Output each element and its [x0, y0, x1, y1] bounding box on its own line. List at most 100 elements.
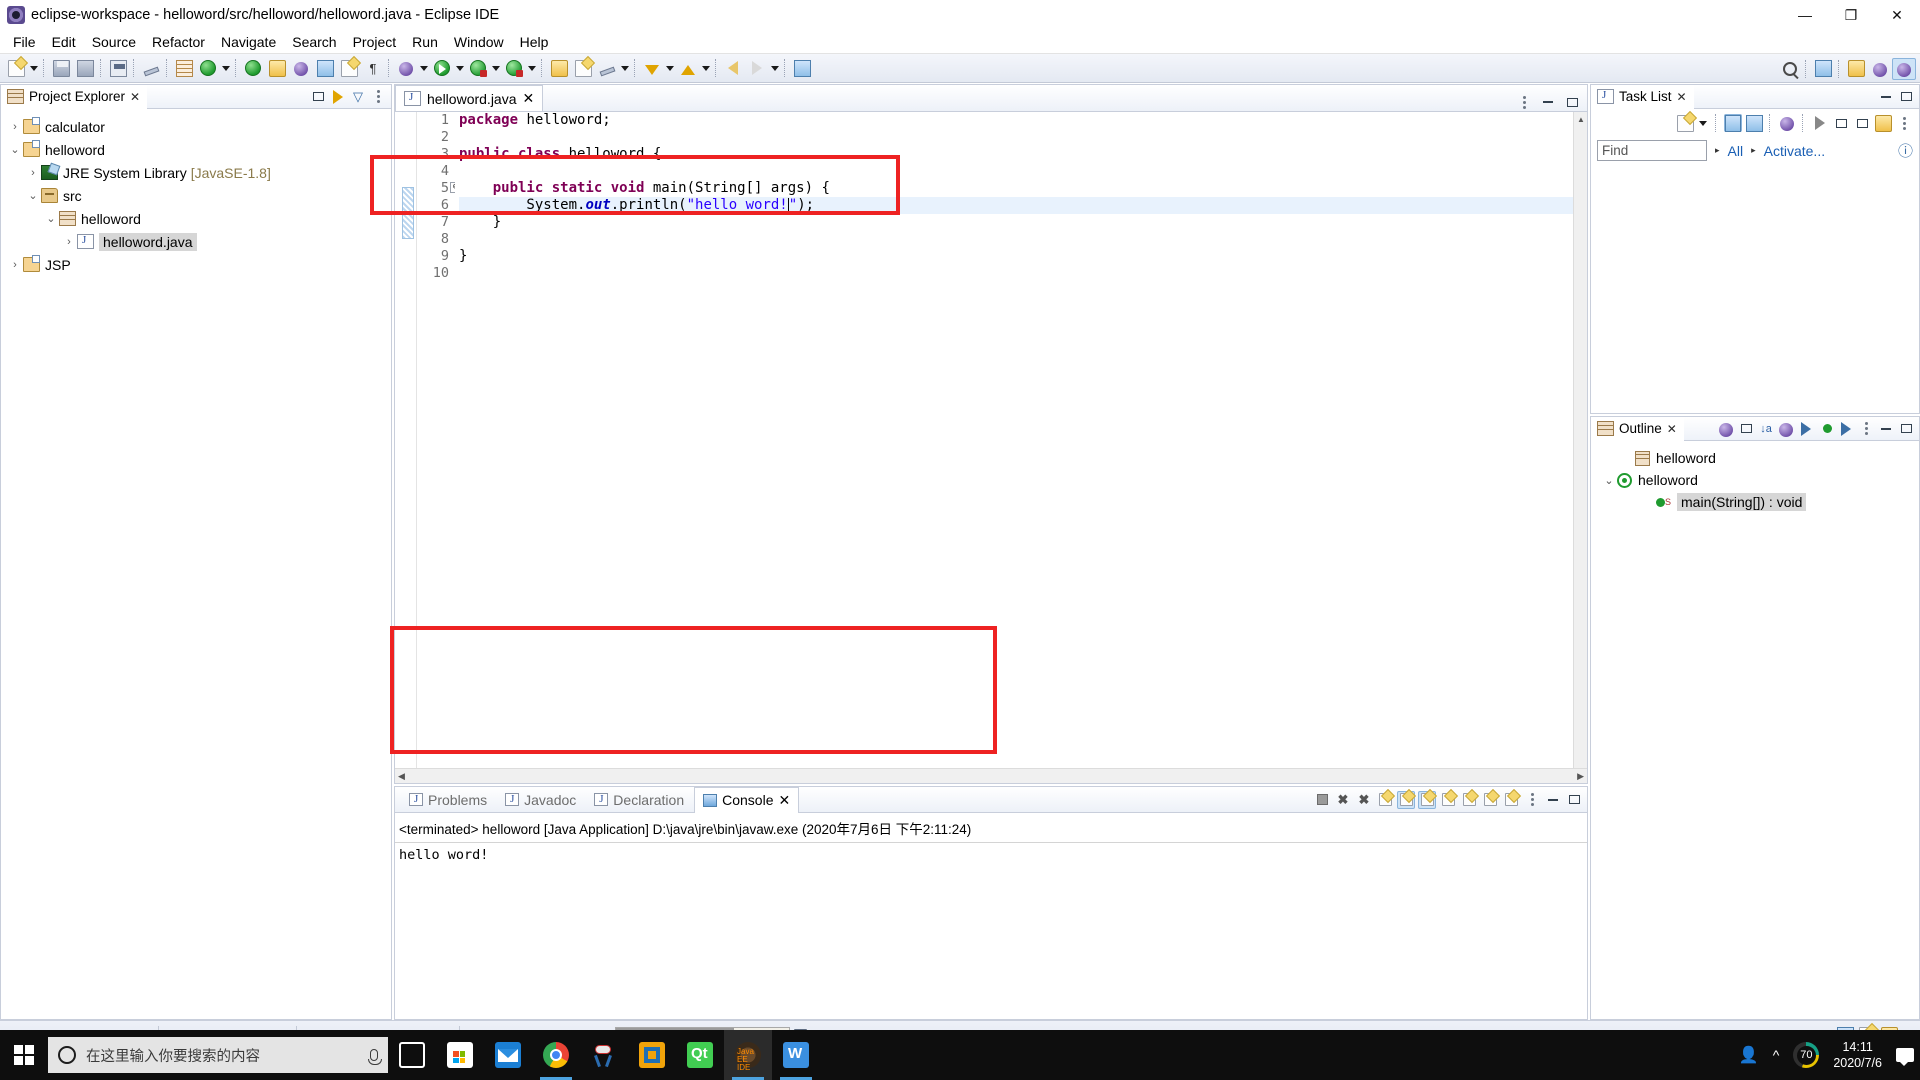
microphone-icon[interactable] — [368, 1049, 382, 1065]
next-annotation-icon[interactable] — [640, 56, 664, 80]
sort-icon[interactable]: ↓a — [1757, 420, 1775, 438]
view-menu-filter-icon[interactable]: ▽ — [349, 88, 367, 106]
external-tools-icon[interactable] — [394, 56, 418, 80]
code-line[interactable] — [459, 265, 1573, 282]
maximize-icon[interactable] — [1563, 93, 1581, 111]
scroll-left-icon[interactable]: ◀ — [398, 771, 405, 782]
hide-local-icon[interactable] — [1837, 420, 1855, 438]
new-console-view-icon[interactable] — [1502, 791, 1520, 809]
code-line[interactable]: System.out.println("hello word!"); — [459, 197, 1573, 214]
close-icon[interactable]: ✕ — [130, 90, 140, 104]
print-icon[interactable] — [106, 56, 130, 80]
schedule-icon[interactable] — [1745, 114, 1763, 132]
export-icon[interactable] — [571, 56, 595, 80]
new-wizard-icon[interactable] — [4, 56, 28, 80]
menu-file[interactable]: File — [5, 32, 44, 52]
new-element-icon[interactable] — [547, 56, 571, 80]
editor-vertical-scrollbar[interactable]: ▲ ▼ — [1573, 112, 1587, 783]
minimize-icon[interactable] — [1544, 791, 1562, 809]
link-with-editor-icon[interactable] — [329, 88, 347, 106]
save-icon[interactable] — [49, 56, 73, 80]
next-annotation-dropdown-icon[interactable] — [664, 57, 676, 79]
previous-annotation-dropdown-icon[interactable] — [700, 57, 712, 79]
run-dropdown-icon[interactable] — [454, 57, 466, 79]
open-type-icon[interactable] — [241, 56, 265, 80]
editor-horizontal-scrollbar[interactable]: ◀ ▶ — [395, 768, 1587, 783]
show-hidden-icons-icon[interactable]: ^ — [1773, 1047, 1780, 1063]
project-tree[interactable]: › calculator ⌄ helloword › JRE System Library… — [1, 109, 391, 276]
tab-helloword-java[interactable]: helloword.java ✕ — [395, 85, 544, 111]
maximize-icon[interactable] — [1897, 88, 1915, 106]
chevron-right-icon[interactable]: › — [7, 121, 23, 133]
code-text-area[interactable]: package helloword; public class helloword… — [455, 112, 1573, 783]
java-perspective-icon[interactable] — [1892, 57, 1916, 80]
code-line[interactable] — [459, 163, 1573, 180]
focus-icon[interactable] — [1717, 420, 1735, 438]
qt-creator-icon[interactable]: Qt — [676, 1030, 724, 1080]
collapse-all-icon[interactable] — [1737, 420, 1755, 438]
tree-item-src[interactable]: ⌄ src — [1, 184, 391, 207]
debug-dropdown-icon[interactable] — [490, 57, 502, 79]
activate-triangle-icon[interactable]: ▸ — [1751, 145, 1756, 156]
eclipse-javaee-icon[interactable]: Java EE IDE — [724, 1030, 772, 1080]
display-selected-console-icon[interactable] — [1460, 791, 1478, 809]
refresh-icon[interactable] — [196, 56, 220, 80]
help-icon[interactable]: ⓘ — [1898, 140, 1913, 161]
microsoft-store-icon[interactable] — [436, 1030, 484, 1080]
new-java-class-icon[interactable] — [313, 56, 337, 80]
outline-item[interactable]: ⌄ helloword — [1591, 469, 1919, 491]
tab-task-list[interactable]: Task List ✕ — [1591, 84, 1694, 109]
tab-problems[interactable]: Problems — [401, 787, 495, 813]
focus-icon[interactable] — [1811, 114, 1829, 132]
tree-item-helloword[interactable]: ⌄ helloword — [1, 138, 391, 161]
tab-outline[interactable]: Outline ✕ — [1591, 416, 1684, 441]
code-line[interactable] — [459, 129, 1573, 146]
snipping-tool-icon[interactable] — [580, 1030, 628, 1080]
scroll-right-icon[interactable]: ▶ — [1577, 771, 1584, 782]
java-browsing-perspective-icon[interactable] — [1844, 58, 1868, 80]
view-menu-icon[interactable] — [1895, 114, 1913, 132]
save-all-icon[interactable] — [73, 56, 97, 80]
close-icon[interactable]: ✕ — [1677, 90, 1687, 104]
java-ee-perspective-icon[interactable] — [1868, 58, 1892, 80]
previous-annotation-icon[interactable] — [676, 56, 700, 80]
menu-help[interactable]: Help — [512, 32, 557, 52]
code-editor[interactable]: 12345⊖678910 package helloword; public cl… — [395, 111, 1587, 783]
filter-all-link[interactable]: All — [1728, 143, 1744, 159]
show-console-on-output-icon[interactable] — [1418, 790, 1436, 809]
remove-launch-icon[interactable]: ✖ — [1334, 791, 1352, 809]
new-java-project-icon[interactable] — [337, 56, 361, 80]
menu-refactor[interactable]: Refactor — [144, 32, 213, 52]
new-task-icon[interactable] — [1676, 114, 1694, 132]
collapse-all-icon[interactable] — [1832, 114, 1850, 132]
tab-project-explorer[interactable]: Project Explorer ✕ — [1, 84, 148, 109]
chevron-down-icon[interactable]: ⌄ — [43, 212, 59, 225]
minimize-button[interactable]: — — [1782, 0, 1828, 30]
back-icon[interactable] — [721, 56, 745, 80]
menu-edit[interactable]: Edit — [44, 32, 84, 52]
hide-static-icon[interactable] — [1797, 420, 1815, 438]
menu-project[interactable]: Project — [345, 32, 405, 52]
maximize-button[interactable]: ❐ — [1828, 0, 1874, 30]
outline-tree[interactable]: helloword ⌄ helloword Smain(String[]) : voi… — [1591, 441, 1919, 513]
code-line[interactable]: } — [459, 214, 1573, 231]
tab-console[interactable]: Console ✕ — [694, 786, 800, 813]
taskbar-search-box[interactable]: 在这里输入你要搜索的内容 — [48, 1037, 388, 1073]
link-icon[interactable] — [139, 56, 163, 80]
mail-icon[interactable] — [484, 1030, 532, 1080]
new-java-package-icon[interactable] — [172, 56, 196, 80]
clock[interactable]: 14:11 2020/7/6 — [1833, 1039, 1882, 1071]
collapse-all-icon[interactable] — [309, 88, 327, 106]
menu-run[interactable]: Run — [404, 32, 446, 52]
coverage-dropdown-icon[interactable] — [526, 57, 538, 79]
filter-activate-link[interactable]: Activate... — [1764, 143, 1825, 159]
all-tasks-triangle-icon[interactable]: ▸ — [1715, 145, 1720, 156]
chevron-right-icon[interactable]: › — [61, 236, 77, 248]
chevron-down-icon[interactable]: ⌄ — [25, 189, 41, 202]
marker-bar[interactable] — [395, 112, 417, 783]
view-menu-icon[interactable] — [1515, 93, 1533, 111]
menu-search[interactable]: Search — [284, 32, 344, 52]
chevron-down-icon[interactable]: ⌄ — [7, 143, 23, 156]
console-body[interactable]: <terminated> helloword [Java Application… — [395, 814, 1587, 1019]
code-line[interactable]: public class helloword { — [459, 146, 1573, 163]
